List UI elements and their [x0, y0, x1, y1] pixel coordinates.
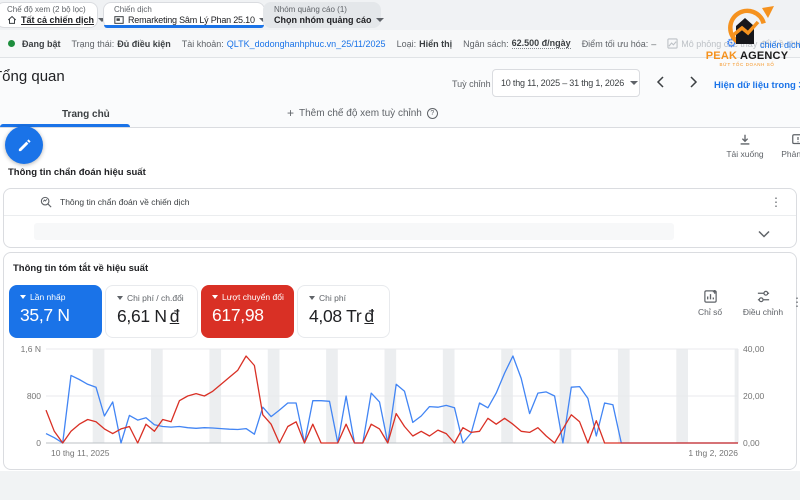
campaign-value: Remarketing Sâm Lý Phan 25.10	[128, 15, 255, 25]
simulate-icon	[667, 38, 678, 49]
performance-chart[interactable]: 0 800 1,6 N 0,00 20,00 40,00 10 thg 11, 2025 1 …	[4, 339, 798, 467]
caret-down-icon	[375, 18, 384, 22]
diagnostics-card: Thông tin chẩn đoán về chiến dịch ⋮	[3, 188, 797, 248]
svg-text:40,00: 40,00	[743, 344, 765, 354]
account-link[interactable]: QLTK_dodonghanhphuc.vn_25/11/2025	[227, 39, 386, 49]
scope-toolbar: Chế độ xem (2 bộ lọc) Tất cả chiến dịch …	[0, 0, 800, 30]
svg-text:20,00: 20,00	[743, 391, 765, 401]
caret-down-icon	[117, 296, 123, 300]
kebab-menu-icon[interactable]: ⋮	[770, 196, 782, 208]
metric-card-conversions[interactable]: Lượt chuyển đổi 617,98	[201, 285, 294, 338]
download-icon	[740, 134, 750, 145]
date-next-button[interactable]	[684, 73, 704, 93]
chart-plus-icon	[703, 289, 717, 303]
pencil-icon	[18, 138, 31, 151]
logo-wordmark: PEAK AGENCY	[705, 50, 789, 62]
peak-agency-logo: PEAK AGENCY Bứt tốc doanh số	[696, 4, 798, 68]
svg-text:10 thg 11, 2025: 10 thg 11, 2025	[51, 448, 110, 458]
date-range-value: 10 thg 11, 2025 – 31 thg 1, 2026	[501, 78, 625, 88]
tune-sliders-icon	[757, 290, 769, 303]
metric-card-clicks[interactable]: Lần nhấp 35,7 N	[9, 285, 102, 338]
page-background-strip	[0, 471, 800, 500]
status-type: Loại: Hiển thị	[396, 38, 453, 49]
chevron-down-icon[interactable]	[758, 225, 770, 243]
ad-group-value: Chọn nhóm quảng cáo	[274, 15, 372, 25]
metric-card-cost-per-conv[interactable]: Chi phí / ch.đổi 6,61 Nđ	[105, 285, 198, 338]
campaign-label: Chiến dịch	[114, 5, 152, 14]
kebab-menu-icon[interactable]: ⋮	[791, 295, 800, 309]
caret-down-icon	[212, 295, 218, 299]
enabled-dot-icon	[8, 40, 15, 47]
svg-text:1 thg 2, 2026: 1 thg 2, 2026	[688, 448, 738, 458]
show-data-link[interactable]: Hiện dữ liệu trong 30 ngày qua	[714, 80, 800, 91]
svg-text:1,6 N: 1,6 N	[21, 344, 41, 354]
status-budget: Ngân sách: 62.500 đ/ngày	[463, 38, 571, 49]
view-filter-dropdown[interactable]: Chế độ xem (2 bộ lọc) Tất cả chiến dịch	[0, 2, 107, 28]
google-ads-overview-screen: Chế độ xem (2 bộ lọc) Tất cả chiến dịch …	[0, 0, 800, 500]
performance-summary-card: Thông tin tóm tắt về hiệu suất Lần nhấp …	[3, 252, 800, 470]
caret-down-icon	[309, 296, 315, 300]
logo-tagline: Bứt tốc doanh số	[719, 62, 775, 67]
svg-text:0: 0	[36, 438, 41, 448]
date-range-picker[interactable]: 10 thg 11, 2025 – 31 thg 1, 2026	[492, 69, 640, 97]
diagnostics-heading: Thông tin chẩn đoán hiệu suất	[8, 167, 146, 178]
summary-heading: Thông tin tóm tắt về hiệu suất	[13, 263, 149, 274]
edit-fab-button[interactable]	[5, 126, 43, 164]
home-icon	[7, 15, 17, 24]
skeleton-placeholder	[34, 223, 674, 240]
view-filter-value: Tất cả chiến dịch	[21, 15, 95, 25]
ad-group-dropdown[interactable]: Nhóm quảng cáo (1) Chọn nhóm quảng cáo	[263, 2, 384, 28]
date-custom-label: Tuỳ chỉnh	[452, 79, 491, 89]
feedback-icon	[792, 134, 800, 145]
help-icon[interactable]: ?	[426, 107, 438, 119]
svg-text:800: 800	[27, 391, 41, 401]
diagnostics-row[interactable]: Thông tin chẩn đoán về chiến dịch ⋮	[4, 189, 796, 216]
view-filter-label: Chế độ xem (2 bộ lọc)	[7, 5, 86, 14]
diagnostics-row-label: Thông tin chẩn đoán về chiến dịch	[60, 197, 190, 207]
status-eligibility: Trạng thái: Đủ điều kiện	[71, 38, 171, 49]
status-account: Tài khoản: QLTK_dodonghanhphuc.vn_25/11/2…	[181, 38, 386, 49]
status-enabled[interactable]: Đang bật	[8, 39, 61, 49]
page-title: Tổng quan	[0, 68, 65, 85]
display-campaign-icon	[114, 16, 124, 24]
adjust-button[interactable]: Điều chỉnh	[735, 289, 791, 317]
insights-search-icon	[40, 196, 52, 208]
metric-card-cost[interactable]: Chi phí 4,08 Tr đ	[297, 285, 390, 338]
tab-home[interactable]: Trang chủ	[62, 109, 110, 120]
caret-down-icon	[20, 295, 26, 299]
svg-text:0,00: 0,00	[743, 438, 760, 448]
ad-group-label: Nhóm quảng cáo (1)	[274, 5, 347, 14]
campaign-status-bar: Đang bật Trạng thái: Đủ điều kiện Tài kho…	[0, 30, 800, 58]
overview-header: Tổng quan Tuỳ chỉnh 10 thg 11, 2025 – 31…	[0, 58, 800, 128]
logo-mark-icon	[728, 6, 774, 44]
budget-value[interactable]: 62.500 đ/ngày	[511, 38, 571, 49]
download-button[interactable]: Tải xuống	[717, 133, 773, 159]
diagnostics-expand-row	[4, 216, 796, 247]
date-prev-button[interactable]	[650, 73, 670, 93]
metrics-button[interactable]: Chỉ số	[687, 289, 733, 317]
status-opt-score: Điểm tối ưu hóa: –	[581, 38, 657, 49]
add-custom-view-tab[interactable]: + Thêm chế độ xem tuỳ chỉnh ?	[287, 106, 438, 120]
caret-down-icon	[630, 81, 639, 85]
plus-icon: +	[287, 106, 295, 120]
feedback-button[interactable]: Phản hồi	[770, 133, 800, 159]
campaign-dropdown[interactable]: Chiến dịch Remarketing Sâm Lý Phan 25.10	[103, 2, 267, 28]
